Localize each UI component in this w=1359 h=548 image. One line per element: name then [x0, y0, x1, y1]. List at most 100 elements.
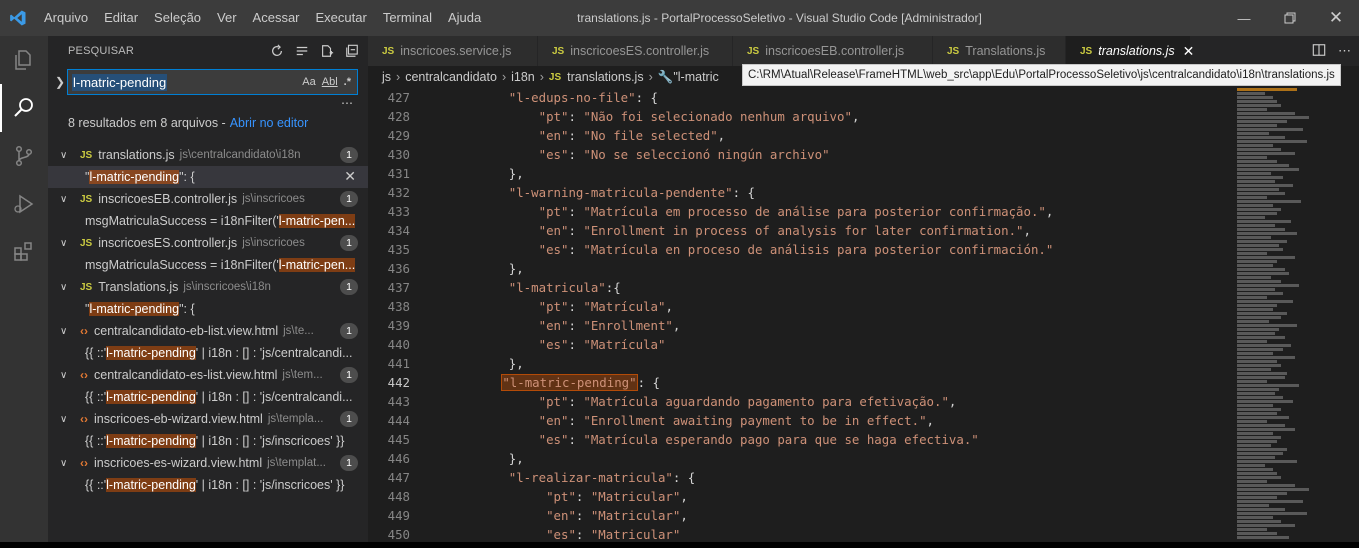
chevron-down-icon[interactable]: ∨ — [60, 150, 76, 161]
restore-icon[interactable] — [1267, 0, 1313, 36]
new-search-editor-icon[interactable] — [319, 41, 335, 61]
tab-translations-js[interactable]: JS translations.js ✕ — [1066, 36, 1194, 66]
result-file-row[interactable]: ∨ JS translations.js js\centralcandidato\i1… — [48, 144, 368, 166]
code-line: 446 }, — [368, 449, 1228, 468]
menu-item-editar[interactable]: Editar — [96, 0, 146, 36]
vertical-scrollbar[interactable] — [1345, 88, 1359, 542]
search-input[interactable]: l-matric-pending Aa Abl .* — [67, 69, 358, 95]
breadcrumb-item[interactable]: translations.js — [567, 70, 643, 84]
js-file-icon: JS — [947, 45, 960, 57]
whole-word-toggle[interactable]: Abl — [322, 73, 338, 91]
json-value: "Matrícula" — [583, 299, 666, 314]
results-count-text: 8 resultados em 8 arquivos - — [68, 116, 226, 130]
search-input-value[interactable]: l-matric-pending — [72, 73, 168, 91]
result-file-row[interactable]: ∨ ‹› inscricoes-es-wizard.view.html js\temp… — [48, 452, 368, 474]
clear-results-icon[interactable] — [294, 41, 310, 61]
tab-inscricoesES-controller-js[interactable]: JS inscricoesES.controller.js — [538, 36, 733, 66]
menu-item-terminal[interactable]: Terminal — [375, 0, 440, 36]
menu-item-seleção[interactable]: Seleção — [146, 0, 209, 36]
json-punctuation: : { — [732, 185, 755, 200]
minimize-icon[interactable]: — — [1221, 0, 1267, 36]
minimap[interactable] — [1237, 88, 1345, 542]
breadcrumb-item[interactable]: centralcandidato — [405, 70, 497, 84]
json-key: "l-matricula" — [508, 280, 606, 295]
search-icon[interactable] — [0, 84, 48, 132]
chevron-down-icon[interactable]: ∨ — [60, 370, 76, 381]
toggle-replace-icon[interactable]: ❯ — [52, 74, 68, 90]
result-file-row[interactable]: ∨ JS inscricoesES.controller.js js\inscrico… — [48, 232, 368, 254]
chevron-down-icon[interactable]: ∨ — [60, 282, 76, 293]
chevron-down-icon[interactable]: ∨ — [60, 414, 76, 425]
result-match-row[interactable]: {{ ::' l-matric-pending ' | i18n : [] : 'j… — [48, 386, 368, 408]
chevron-down-icon[interactable]: ∨ — [60, 238, 76, 249]
json-key: "en" — [538, 413, 569, 428]
minimap-line — [1237, 196, 1267, 199]
close-window-icon[interactable]: ✕ — [1313, 0, 1359, 36]
minimap-line — [1237, 168, 1299, 171]
menu-item-ver[interactable]: Ver — [209, 0, 245, 36]
result-file-row[interactable]: ∨ ‹› inscricoes-eb-wizard.view.html js\temp… — [48, 408, 368, 430]
result-match-row[interactable]: {{ ::' l-matric-pending ' | i18n : [] : 'j… — [48, 474, 368, 496]
source-control-icon[interactable] — [0, 132, 48, 180]
minimap-line — [1237, 484, 1295, 487]
minimap-line — [1237, 424, 1285, 427]
split-editor-icon[interactable] — [1312, 43, 1326, 60]
json-punctuation: : — [568, 432, 584, 447]
code-view[interactable]: 427 "l-edups-no-file": {428 "pt": "Não f… — [368, 88, 1228, 542]
breadcrumb-item[interactable]: "l-matric — [673, 70, 718, 84]
code-line: 438 "pt": "Matrícula", — [368, 297, 1228, 316]
breadcrumb-item[interactable]: i18n — [511, 70, 535, 84]
result-file-row[interactable]: ∨ ‹› centralcandidato-es-list.view.html js\… — [48, 364, 368, 386]
open-in-editor-link[interactable]: Abrir no editor — [230, 116, 309, 130]
tab-inscricoesEB-controller-js[interactable]: JS inscricoesEB.controller.js — [733, 36, 933, 66]
menu-item-executar[interactable]: Executar — [308, 0, 375, 36]
regex-toggle[interactable]: .* — [344, 73, 351, 91]
code-line: 443 "pt": "Matrícula aguardando pagament… — [368, 392, 1228, 411]
result-match-row[interactable]: msgMatriculaSuccess = i18nFilter(' l-matr… — [48, 210, 368, 232]
line-text: "es": "No se seleccionó ningún archivo" — [410, 147, 830, 162]
close-tab-icon[interactable]: ✕ — [1183, 43, 1195, 60]
result-match-row[interactable]: " l-matric-pending ": { — [48, 298, 368, 320]
result-file-row[interactable]: ∨ JS inscricoesEB.controller.js js\inscrico… — [48, 188, 368, 210]
menu-item-acessar[interactable]: Acessar — [245, 0, 308, 36]
tab-inscricoes-service-js[interactable]: JS inscricoes.service.js — [368, 36, 538, 66]
minimap-line — [1237, 100, 1277, 103]
extensions-icon[interactable] — [0, 228, 48, 276]
match-highlight: l-matric-pending — [106, 478, 196, 492]
minimap-line — [1237, 440, 1277, 443]
tab-Translations-js[interactable]: JS Translations.js — [933, 36, 1066, 66]
minimap-line — [1237, 396, 1283, 399]
js-file-icon: JS — [382, 45, 395, 57]
run-debug-icon[interactable] — [0, 180, 48, 228]
result-match-row[interactable]: msgMatriculaSuccess = i18nFilter(' l-matr… — [48, 254, 368, 276]
menu-item-ajuda[interactable]: Ajuda — [440, 0, 489, 36]
minimap-line — [1237, 296, 1267, 299]
collapse-all-icon[interactable] — [344, 41, 360, 61]
dismiss-match-icon[interactable]: ✕ — [344, 168, 356, 185]
refresh-icon[interactable] — [269, 41, 285, 61]
result-match-row[interactable]: " l-matric-pending ": {✕ — [48, 166, 368, 188]
json-punctuation: : — [568, 109, 584, 124]
breadcrumb-item[interactable]: js — [382, 70, 391, 84]
result-match-row[interactable]: {{ ::' l-matric-pending ' | i18n : [] : 'j… — [48, 342, 368, 364]
menu-item-arquivo[interactable]: Arquivo — [36, 0, 96, 36]
code-line: 445 "es": "Matrícula esperando pago para… — [368, 430, 1228, 449]
code-line: 440 "es": "Matrícula" — [368, 335, 1228, 354]
result-file-row[interactable]: ∨ JS Translations.js js\inscricoes\i18n 1 — [48, 276, 368, 298]
match-count-badge: 1 — [340, 279, 358, 295]
json-key: "en" — [538, 223, 569, 238]
explorer-icon[interactable] — [0, 36, 48, 84]
chevron-down-icon[interactable]: ∨ — [60, 326, 76, 337]
more-options-icon[interactable]: ⋯ — [341, 96, 354, 110]
result-match-row[interactable]: {{ ::' l-matric-pending ' | i18n : [] : 'j… — [48, 430, 368, 452]
result-file-row[interactable]: ∨ ‹› centralcandidato-eb-list.view.html js\… — [48, 320, 368, 342]
match-case-toggle[interactable]: Aa — [302, 73, 315, 91]
code-line: 441 }, — [368, 354, 1228, 373]
chevron-down-icon[interactable]: ∨ — [60, 458, 76, 469]
match-count-badge: 1 — [340, 323, 358, 339]
more-actions-icon[interactable]: ⋯ — [1338, 43, 1351, 59]
match-prefix: msgMatriculaSuccess = i18nFilter(' — [85, 258, 279, 272]
minimap-line — [1237, 428, 1295, 431]
match-highlight: l-matric-pending — [89, 170, 180, 184]
chevron-down-icon[interactable]: ∨ — [60, 194, 76, 205]
